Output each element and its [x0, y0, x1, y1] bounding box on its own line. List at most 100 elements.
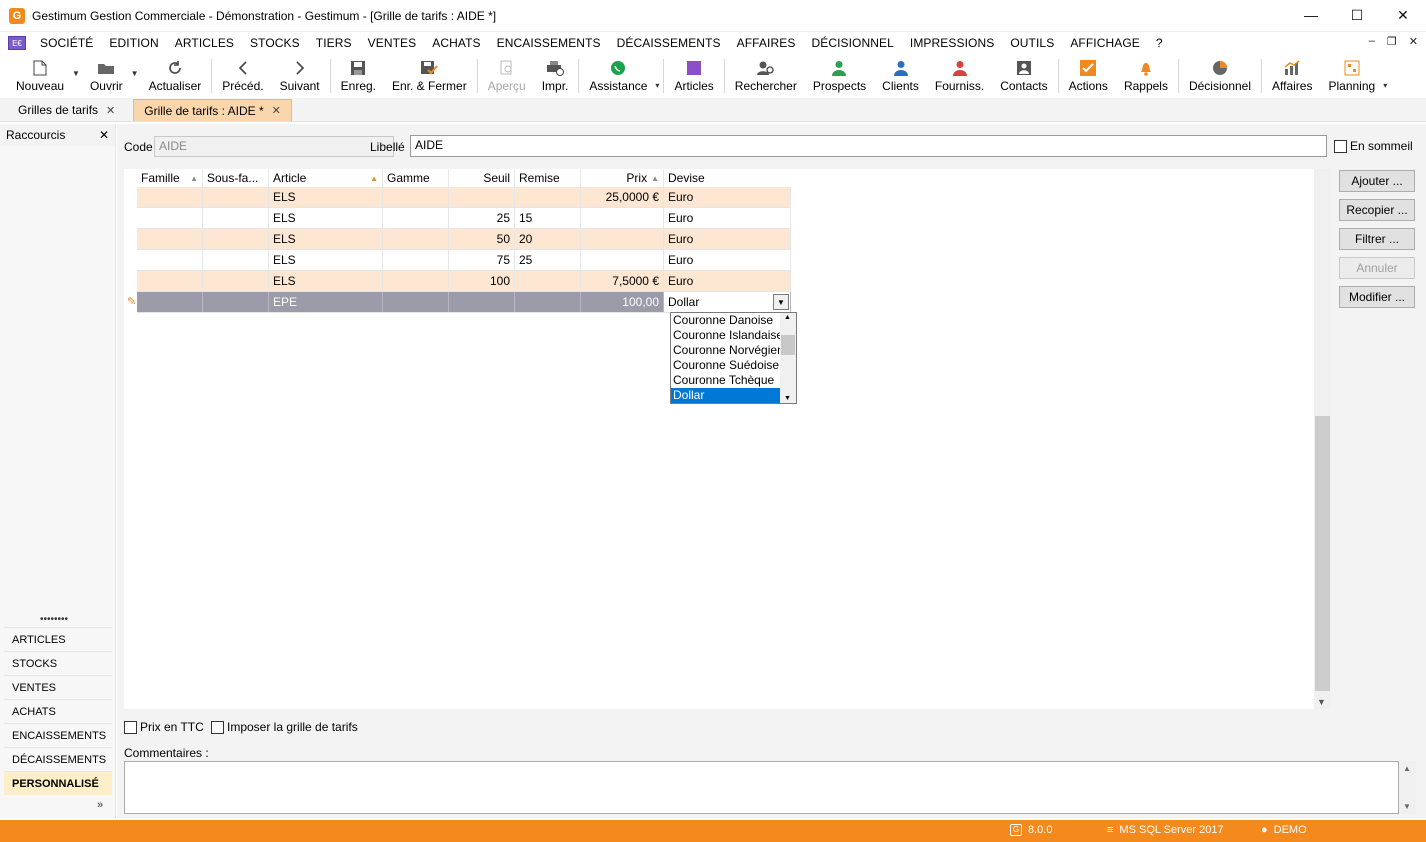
menu-encaissements[interactable]: ENCAISSEMENTS: [489, 36, 609, 50]
nouveau-button[interactable]: Nouveau: [8, 55, 72, 97]
close-icon[interactable]: ✕: [99, 128, 109, 142]
menu-help[interactable]: ?: [1148, 36, 1171, 50]
contacts-button[interactable]: Contacts: [992, 55, 1055, 97]
sidebar-item-achats[interactable]: ACHATS: [4, 699, 112, 723]
sidebar-item-stocks[interactable]: STOCKS: [4, 651, 112, 675]
menu-affichage[interactable]: AFFICHAGE: [1062, 36, 1148, 50]
scrollbar-thumb[interactable]: [1315, 416, 1330, 691]
actions-button[interactable]: Actions: [1061, 55, 1116, 97]
close-button[interactable]: ✕: [1380, 0, 1426, 30]
assistance-button[interactable]: Assistance: [581, 55, 655, 97]
sidebar-item-ventes[interactable]: VENTES: [4, 675, 112, 699]
col-article[interactable]: Article ▲: [269, 169, 383, 187]
document-menu-icon[interactable]: E€: [8, 36, 26, 50]
list-item[interactable]: Couronne Tchèque: [671, 373, 780, 388]
filtrer-button[interactable]: Filtrer ...: [1339, 228, 1415, 250]
list-item[interactable]: Couronne Islandaise: [671, 328, 780, 343]
annuler-button[interactable]: Annuler: [1339, 257, 1415, 279]
table-row[interactable]: ELS 25 15 Euro: [137, 208, 791, 229]
code-field[interactable]: AIDE: [154, 136, 394, 157]
chevron-up-icon[interactable]: ▲: [784, 314, 791, 321]
apercu-button[interactable]: Aperçu: [480, 55, 534, 97]
maximize-button[interactable]: ☐: [1334, 0, 1380, 30]
menu-decisionnel[interactable]: DÉCISIONNEL: [803, 36, 901, 50]
table-row[interactable]: ELS 75 25 Euro: [137, 250, 791, 271]
modifier-button[interactable]: Modifier ...: [1339, 286, 1415, 308]
close-icon[interactable]: ✕: [106, 104, 115, 117]
chevron-down-icon[interactable]: ▼: [1317, 697, 1326, 707]
famille-cell[interactable]: [137, 292, 203, 312]
col-remise[interactable]: Remise: [515, 169, 581, 187]
fournisseurs-button[interactable]: Fourniss.: [927, 55, 992, 97]
menu-articles[interactable]: ARTICLES: [167, 36, 242, 50]
prix-ttc-checkbox[interactable]: Prix en TTC: [124, 720, 204, 734]
sidebar-splitter[interactable]: ••••••••: [40, 614, 68, 625]
articles-button[interactable]: Articles: [666, 55, 721, 97]
list-item[interactable]: Couronne Norvégienne: [671, 343, 780, 358]
enregistrer-fermer-button[interactable]: Enr. & Fermer: [384, 55, 475, 97]
menu-societe[interactable]: SOCIÉTÉ: [32, 36, 101, 50]
libelle-field[interactable]: AIDE: [410, 135, 1327, 157]
article-cell[interactable]: EPE: [269, 292, 383, 312]
menu-decaissements[interactable]: DÉCAISSEMENTS: [609, 36, 729, 50]
col-sous-famille[interactable]: Sous-fa...: [203, 169, 269, 187]
prospects-button[interactable]: Prospects: [805, 55, 874, 97]
mdi-restore-button[interactable]: ❐: [1387, 35, 1397, 48]
menu-ventes[interactable]: VENTES: [360, 36, 425, 50]
actualiser-button[interactable]: Actualiser: [141, 55, 210, 97]
list-item-selected[interactable]: Dollar: [671, 388, 780, 403]
ajouter-button[interactable]: Ajouter ...: [1339, 170, 1415, 192]
sidebar-item-encaissements[interactable]: ENCAISSEMENTS: [4, 723, 112, 747]
en-sommeil-checkbox[interactable]: En sommeil: [1334, 139, 1413, 153]
sidebar-item-personnalise[interactable]: PERSONNALISÉ: [4, 771, 112, 795]
clients-button[interactable]: Clients: [874, 55, 927, 97]
sous-famille-cell[interactable]: [203, 292, 269, 312]
suivant-button[interactable]: Suivant: [272, 55, 328, 97]
col-prix[interactable]: Prix ▲: [581, 169, 664, 187]
menu-tiers[interactable]: TIERS: [308, 36, 360, 50]
recopier-button[interactable]: Recopier ...: [1339, 199, 1415, 221]
minimize-button[interactable]: —: [1288, 0, 1334, 30]
sidebar-item-articles[interactable]: ARTICLES: [4, 627, 112, 651]
enregistrer-button[interactable]: Enreg.: [333, 55, 384, 97]
chevron-double-down-icon[interactable]: »: [97, 799, 103, 811]
precedent-button[interactable]: Précéd.: [214, 55, 271, 97]
rappels-button[interactable]: Rappels: [1116, 55, 1176, 97]
menu-stocks[interactable]: STOCKS: [242, 36, 308, 50]
dropdown-scrollbar[interactable]: ▲ ▼: [780, 313, 796, 403]
menu-achats[interactable]: ACHATS: [424, 36, 488, 50]
devise-select[interactable]: Dollar ▼: [664, 292, 791, 312]
tab-grille-de-tarifs-aide[interactable]: Grille de tarifs : AIDE * ✕: [133, 99, 292, 121]
menu-impressions[interactable]: IMPRESSIONS: [902, 36, 1002, 50]
chevron-up-icon[interactable]: ▲: [1403, 764, 1411, 773]
mdi-minimize-button[interactable]: –: [1369, 35, 1375, 48]
commentaires-scrollbar[interactable]: ▲ ▼: [1399, 761, 1416, 814]
close-icon[interactable]: ✕: [272, 104, 281, 117]
toolbar-overflow-icon[interactable]: ▾: [1383, 55, 1389, 90]
col-devise[interactable]: Devise: [664, 169, 791, 187]
table-row[interactable]: ELS 100 7,5000 € Euro: [137, 271, 791, 292]
col-gamme[interactable]: Gamme: [383, 169, 449, 187]
affaires-button[interactable]: Affaires: [1264, 55, 1320, 97]
ouvrir-button[interactable]: Ouvrir: [82, 55, 131, 97]
imposer-grille-checkbox[interactable]: Imposer la grille de tarifs: [211, 720, 358, 734]
toolbar-overflow-icon[interactable]: ▾: [655, 55, 661, 90]
rechercher-button[interactable]: Rechercher: [727, 55, 805, 97]
planning-button[interactable]: Planning: [1320, 55, 1383, 97]
remise-cell[interactable]: [515, 292, 581, 312]
chevron-down-icon[interactable]: ▼: [773, 294, 789, 310]
mdi-close-button[interactable]: ✕: [1409, 35, 1418, 48]
col-famille[interactable]: Famille ▲: [137, 169, 203, 187]
devise-dropdown-list[interactable]: Couronne Danoise Couronne Islandaise Cou…: [670, 312, 797, 404]
list-item[interactable]: Couronne Suédoise: [671, 358, 780, 373]
list-item[interactable]: Couronne Danoise: [671, 313, 780, 328]
grid-scrollbar[interactable]: ▼: [1314, 169, 1331, 709]
table-row[interactable]: ELS 50 20 Euro: [137, 229, 791, 250]
menu-affaires[interactable]: AFFAIRES: [729, 36, 804, 50]
nouveau-dropdown-icon[interactable]: ▼: [72, 55, 82, 78]
scrollbar-thumb[interactable]: [781, 335, 795, 355]
chevron-down-icon[interactable]: ▼: [1403, 802, 1411, 811]
prix-cell[interactable]: 100,00: [581, 292, 664, 312]
gamme-cell[interactable]: [383, 292, 449, 312]
commentaires-textarea[interactable]: [124, 761, 1399, 814]
